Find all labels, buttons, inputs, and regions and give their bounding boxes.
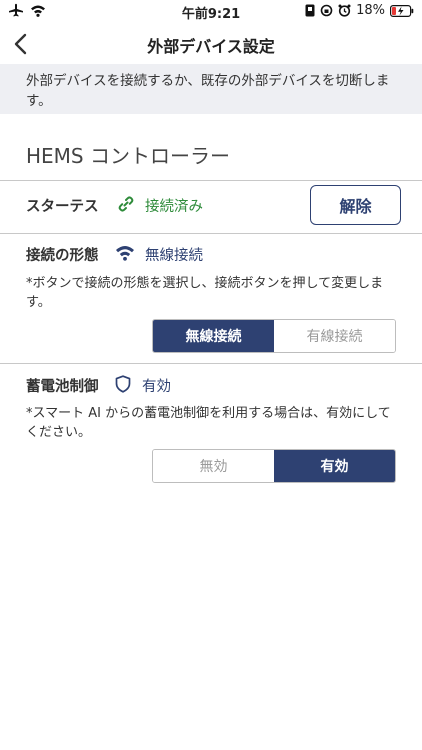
divider xyxy=(0,363,422,364)
battery-charging-icon xyxy=(390,4,414,17)
rotation-lock-icon xyxy=(320,4,333,17)
device-name: HEMS コントローラー xyxy=(26,144,230,168)
battery-control-label: 蓄電池制御 xyxy=(26,379,99,395)
battery-control-value: 有効 xyxy=(142,379,171,395)
page-title: 外部デバイス設定 xyxy=(147,37,275,56)
status-label: スターテス xyxy=(26,199,99,215)
battery-percent: 18% xyxy=(356,3,385,18)
disabled-option[interactable]: 無効 xyxy=(153,450,274,482)
battery-control-help-text: *スマート AI からの蓄電池制御を利用する場合は、有効にしてください。 xyxy=(26,406,391,440)
divider xyxy=(0,233,422,234)
connection-help-text: *ボタンで接続の形態を選択し、接続ボタンを押して変更します。 xyxy=(26,276,384,310)
status-bar: 午前9:21 18% xyxy=(0,0,422,24)
divider xyxy=(0,180,422,181)
connection-type-toggle: 無線接続 有線接続 xyxy=(152,319,396,353)
unlink-button[interactable]: 解除 xyxy=(310,185,401,225)
connection-type-label: 接続の形態 xyxy=(26,248,99,264)
nav-bar: 外部デバイス設定 xyxy=(0,24,422,64)
battery-control-toggle: 無効 有効 xyxy=(152,449,396,483)
status-right: 18% xyxy=(305,3,414,18)
link-icon xyxy=(118,196,134,212)
portrait-lock-icon xyxy=(305,4,315,17)
wired-option[interactable]: 有線接続 xyxy=(274,320,395,352)
connection-status: 接続済み xyxy=(145,199,203,215)
wifi-icon xyxy=(116,246,134,261)
wireless-option[interactable]: 無線接続 xyxy=(153,320,274,352)
connection-type-value: 無線接続 xyxy=(145,248,203,264)
shield-icon xyxy=(115,375,131,393)
notice-banner: 外部デバイスを接続するか、既存の外部デバイスを切断します。 xyxy=(0,64,422,114)
alarm-icon xyxy=(338,4,351,17)
enabled-option[interactable]: 有効 xyxy=(274,450,395,482)
